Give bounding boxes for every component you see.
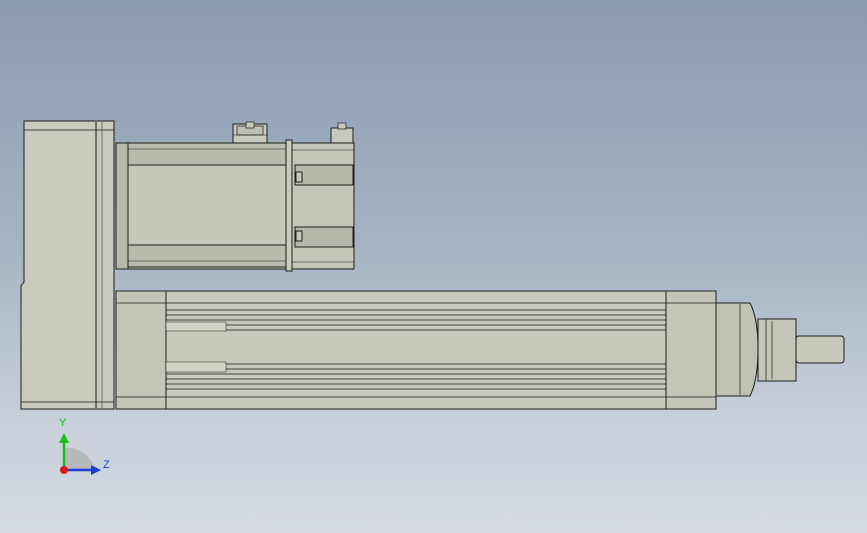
cad-viewport[interactable]: Y Z (0, 0, 867, 533)
z-axis-label: Z (103, 459, 110, 471)
rod-end (715, 302, 845, 397)
motor-body (115, 139, 355, 272)
y-axis-arrowhead (59, 433, 69, 443)
z-axis-arrowhead (91, 465, 101, 475)
triad-plane-fill (64, 447, 95, 470)
motor-connectors (232, 121, 354, 144)
orientation-triad[interactable]: Y Z (59, 417, 110, 475)
actuator-model[interactable] (20, 120, 845, 410)
y-axis-label: Y (59, 417, 67, 429)
actuator-tube (115, 290, 717, 410)
gear-housing (20, 120, 115, 410)
x-axis-dot (60, 466, 68, 474)
